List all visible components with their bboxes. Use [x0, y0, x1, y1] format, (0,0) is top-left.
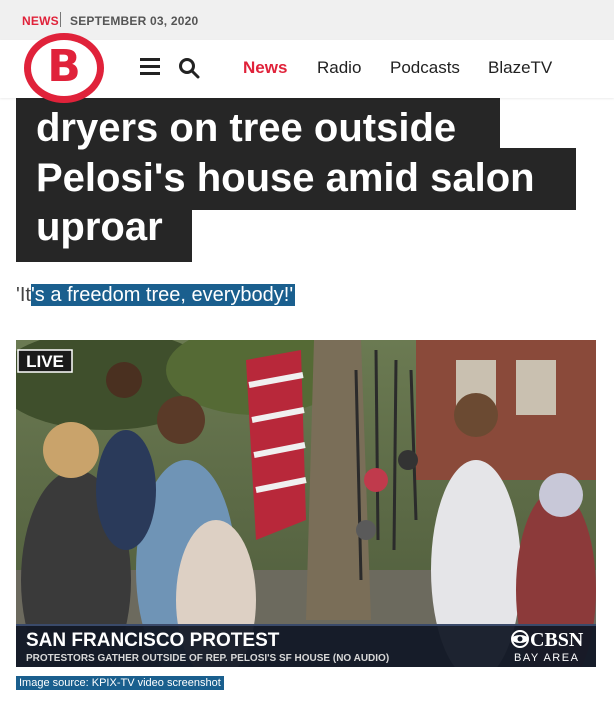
nav-link-news[interactable]: News [243, 58, 287, 78]
network-sub: BAY AREA [514, 652, 579, 664]
search-icon[interactable] [178, 57, 200, 79]
article-subheadline: 'It's a freedom tree, everybody!' [16, 282, 296, 308]
headline-line-3: uproar [36, 205, 163, 249]
article-photo[interactable]: LIVE SAN FRANCISCO PROTEST PROTESTORS GA… [16, 340, 596, 667]
publish-date: SEPTEMBER 03, 2020 [70, 14, 199, 28]
headline-line-1: dryers on tree outside [36, 106, 457, 150]
lower-third-subtitle: PROTESTORS GATHER OUTSIDE OF REP. PELOSI… [26, 653, 389, 664]
nav-link-podcasts[interactable]: Podcasts [390, 58, 460, 78]
category-bar: NEWS SEPTEMBER 03, 2020 [0, 0, 614, 40]
nav-link-radio[interactable]: Radio [317, 58, 361, 78]
live-badge: LIVE [26, 352, 64, 371]
network-logo: CBSN [530, 629, 584, 651]
lower-third-title: SAN FRANCISCO PROTEST [26, 630, 280, 651]
image-caption: Image source: KPIX-TV video screenshot [16, 676, 224, 690]
subheadline-prefix: 'It [16, 284, 31, 306]
hamburger-menu-icon[interactable] [140, 58, 160, 76]
category-label[interactable]: NEWS [22, 14, 59, 28]
category-divider [60, 12, 61, 27]
headline-line-2: Pelosi's house amid salon [36, 156, 535, 200]
nav-link-blazetv[interactable]: BlazeTV [488, 58, 552, 78]
blaze-logo[interactable]: B [24, 33, 104, 103]
logo-letter: B [47, 41, 81, 92]
subheadline-selected-text: 's a freedom tree, everybody!' [30, 284, 296, 306]
